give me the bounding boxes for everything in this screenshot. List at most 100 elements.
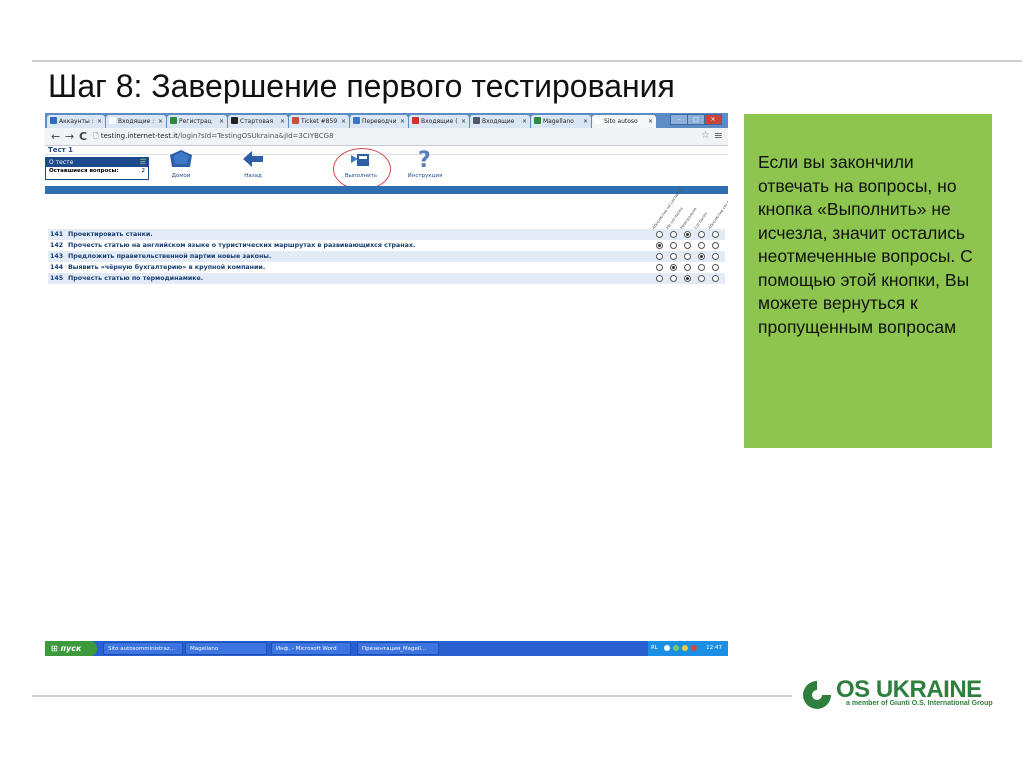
answer-radio[interactable]	[670, 231, 677, 238]
tab-close-icon[interactable]: ×	[461, 115, 466, 128]
browser-screenshot: Аккаунты : × Входящие : × Регистрац × Стартова…	[45, 113, 728, 303]
taskbar-task-button[interactable]: Sito autosomministraz...	[103, 642, 183, 655]
browser-tab[interactable]: Входящие : ×	[106, 115, 166, 128]
test-page: Тест 1 О тесте ☰ Оставшиеся вопросы: 2 Дом…	[45, 146, 728, 303]
answer-radio[interactable]	[684, 264, 691, 271]
tab-close-icon[interactable]: ×	[219, 115, 224, 128]
minimize-button[interactable]: –	[670, 114, 688, 125]
browser-tab[interactable]: Sito autoso ×	[592, 115, 656, 128]
tab-label: Входящие (	[421, 118, 458, 125]
close-window-button[interactable]: ×	[704, 114, 722, 125]
question-text: Выявить «чёрную бухгалтерию» в крупной к…	[68, 264, 266, 271]
answer-radio[interactable]	[712, 275, 719, 282]
browser-tab[interactable]: Аккаунты : ×	[47, 115, 105, 128]
tab-close-icon[interactable]: ×	[97, 115, 102, 128]
question-text: Предложить правительственной партии новы…	[68, 253, 272, 260]
answer-radio[interactable]	[656, 264, 663, 271]
answer-radio[interactable]	[670, 264, 677, 271]
browser-tab[interactable]: Ticket #859 ×	[289, 115, 349, 128]
tab-close-icon[interactable]: ×	[648, 115, 653, 128]
os-ukraine-logo: OS UKRAINE a member of Giunti O.S. Inter…	[800, 676, 1000, 716]
answer-radio[interactable]	[698, 242, 705, 249]
reload-icon[interactable]: C	[79, 130, 87, 143]
answer-radio[interactable]	[656, 253, 663, 260]
answer-radio[interactable]	[684, 253, 691, 260]
test-info-header[interactable]: О тесте ☰	[46, 158, 148, 167]
answer-radio[interactable]	[656, 231, 663, 238]
help-icon: ?	[418, 149, 431, 169]
tab-label: Стартовая	[240, 118, 274, 125]
browser-tab[interactable]: Регистрац ×	[167, 115, 227, 128]
back-button[interactable]: Назад	[223, 149, 283, 179]
taskbar-task-button[interactable]: Magellano	[185, 642, 267, 655]
tab-close-icon[interactable]: ×	[280, 115, 285, 128]
url-field[interactable]: 🗋 testing.internet-test.it/login?sId=Tes…	[93, 131, 683, 142]
tray-icon[interactable]	[664, 645, 670, 651]
browser-tab[interactable]: Magellano ×	[531, 115, 591, 128]
tab-label: Входящие	[482, 118, 515, 125]
answer-radio-group	[656, 273, 726, 284]
answer-radio[interactable]	[684, 275, 691, 282]
answer-radio[interactable]	[712, 253, 719, 260]
answer-radio[interactable]	[698, 253, 705, 260]
tab-close-icon[interactable]: ×	[583, 115, 588, 128]
address-bar: ← → C 🗋 testing.internet-test.it/login?s…	[45, 128, 728, 146]
answer-radio[interactable]	[656, 242, 663, 249]
bookmark-star-icon[interactable]: ☆	[701, 130, 710, 141]
svg-text:?: ?	[418, 149, 431, 169]
tray-icon[interactable]	[673, 645, 679, 651]
answer-scale-label: Абсолютно согласен	[706, 191, 728, 230]
windows-logo-icon: ⊞	[51, 644, 61, 653]
answer-radio[interactable]	[712, 242, 719, 249]
answer-radio[interactable]	[684, 242, 691, 249]
answer-radio[interactable]	[712, 231, 719, 238]
tab-favicon-icon	[170, 117, 177, 124]
back-label: Назад	[244, 173, 262, 179]
menu-icon[interactable]: ≡	[714, 129, 723, 142]
tab-favicon-icon	[412, 117, 419, 124]
maximize-button[interactable]: □	[687, 114, 705, 125]
browser-tab[interactable]: Переводчи ×	[350, 115, 408, 128]
answer-radio[interactable]	[684, 231, 691, 238]
answer-radio[interactable]	[656, 275, 663, 282]
window-controls: – □ ×	[670, 114, 722, 125]
tab-close-icon[interactable]: ×	[400, 115, 405, 128]
answer-radio[interactable]	[698, 264, 705, 271]
answer-radio[interactable]	[670, 275, 677, 282]
tab-close-icon[interactable]: ×	[522, 115, 527, 128]
answer-radio[interactable]	[698, 231, 705, 238]
back-arrow-icon	[243, 151, 263, 167]
browser-tab[interactable]: Входящие ×	[470, 115, 530, 128]
answer-radio-group	[656, 229, 726, 240]
question-row: 144 Выявить «чёрную бухгалтерию» в крупно…	[48, 262, 725, 273]
back-arrow-icon[interactable]: ←	[51, 130, 60, 143]
browser-tab-bar: Аккаунты : × Входящие : × Регистрац × Стартова…	[45, 113, 728, 128]
answer-radio[interactable]	[670, 253, 677, 260]
start-button[interactable]: ⊞ пуск	[45, 641, 97, 656]
tab-label: Входящие :	[118, 118, 155, 125]
toolbar-bottom-bar	[45, 186, 728, 194]
help-button[interactable]: ? Инструкция	[395, 149, 455, 179]
question-number: 143	[50, 253, 64, 260]
taskbar-task-button[interactable]: Инф. - Microsoft Word	[271, 642, 351, 655]
logo-tagline: a member of Giunti O.S. International Gr…	[846, 700, 993, 707]
answer-radio[interactable]	[670, 242, 677, 249]
browser-tab[interactable]: Стартовая ×	[228, 115, 288, 128]
answer-radio-group	[656, 240, 726, 251]
tray-icon[interactable]	[682, 645, 688, 651]
question-text: Прочесть статью на английском языке о ту…	[68, 242, 416, 249]
tab-close-icon[interactable]: ×	[341, 115, 346, 128]
home-button[interactable]: Домой	[151, 149, 211, 179]
language-indicator[interactable]: RL	[651, 641, 658, 656]
tab-close-icon[interactable]: ×	[158, 115, 163, 128]
forward-arrow-icon[interactable]: →	[65, 130, 74, 143]
answer-scale-header: Абсолютно не согласен Не согласен Нейтраль…	[641, 186, 728, 230]
answer-radio[interactable]	[712, 264, 719, 271]
tray-icon[interactable]	[691, 645, 697, 651]
answer-radio[interactable]	[698, 275, 705, 282]
answer-radio-group	[656, 251, 726, 262]
start-label: пуск	[60, 644, 82, 653]
taskbar-task-button[interactable]: Презентация_Magell...	[357, 642, 439, 655]
remaining-label: Оставшиеся вопросы:	[49, 168, 119, 174]
browser-tab[interactable]: Входящие (×	[409, 115, 469, 128]
